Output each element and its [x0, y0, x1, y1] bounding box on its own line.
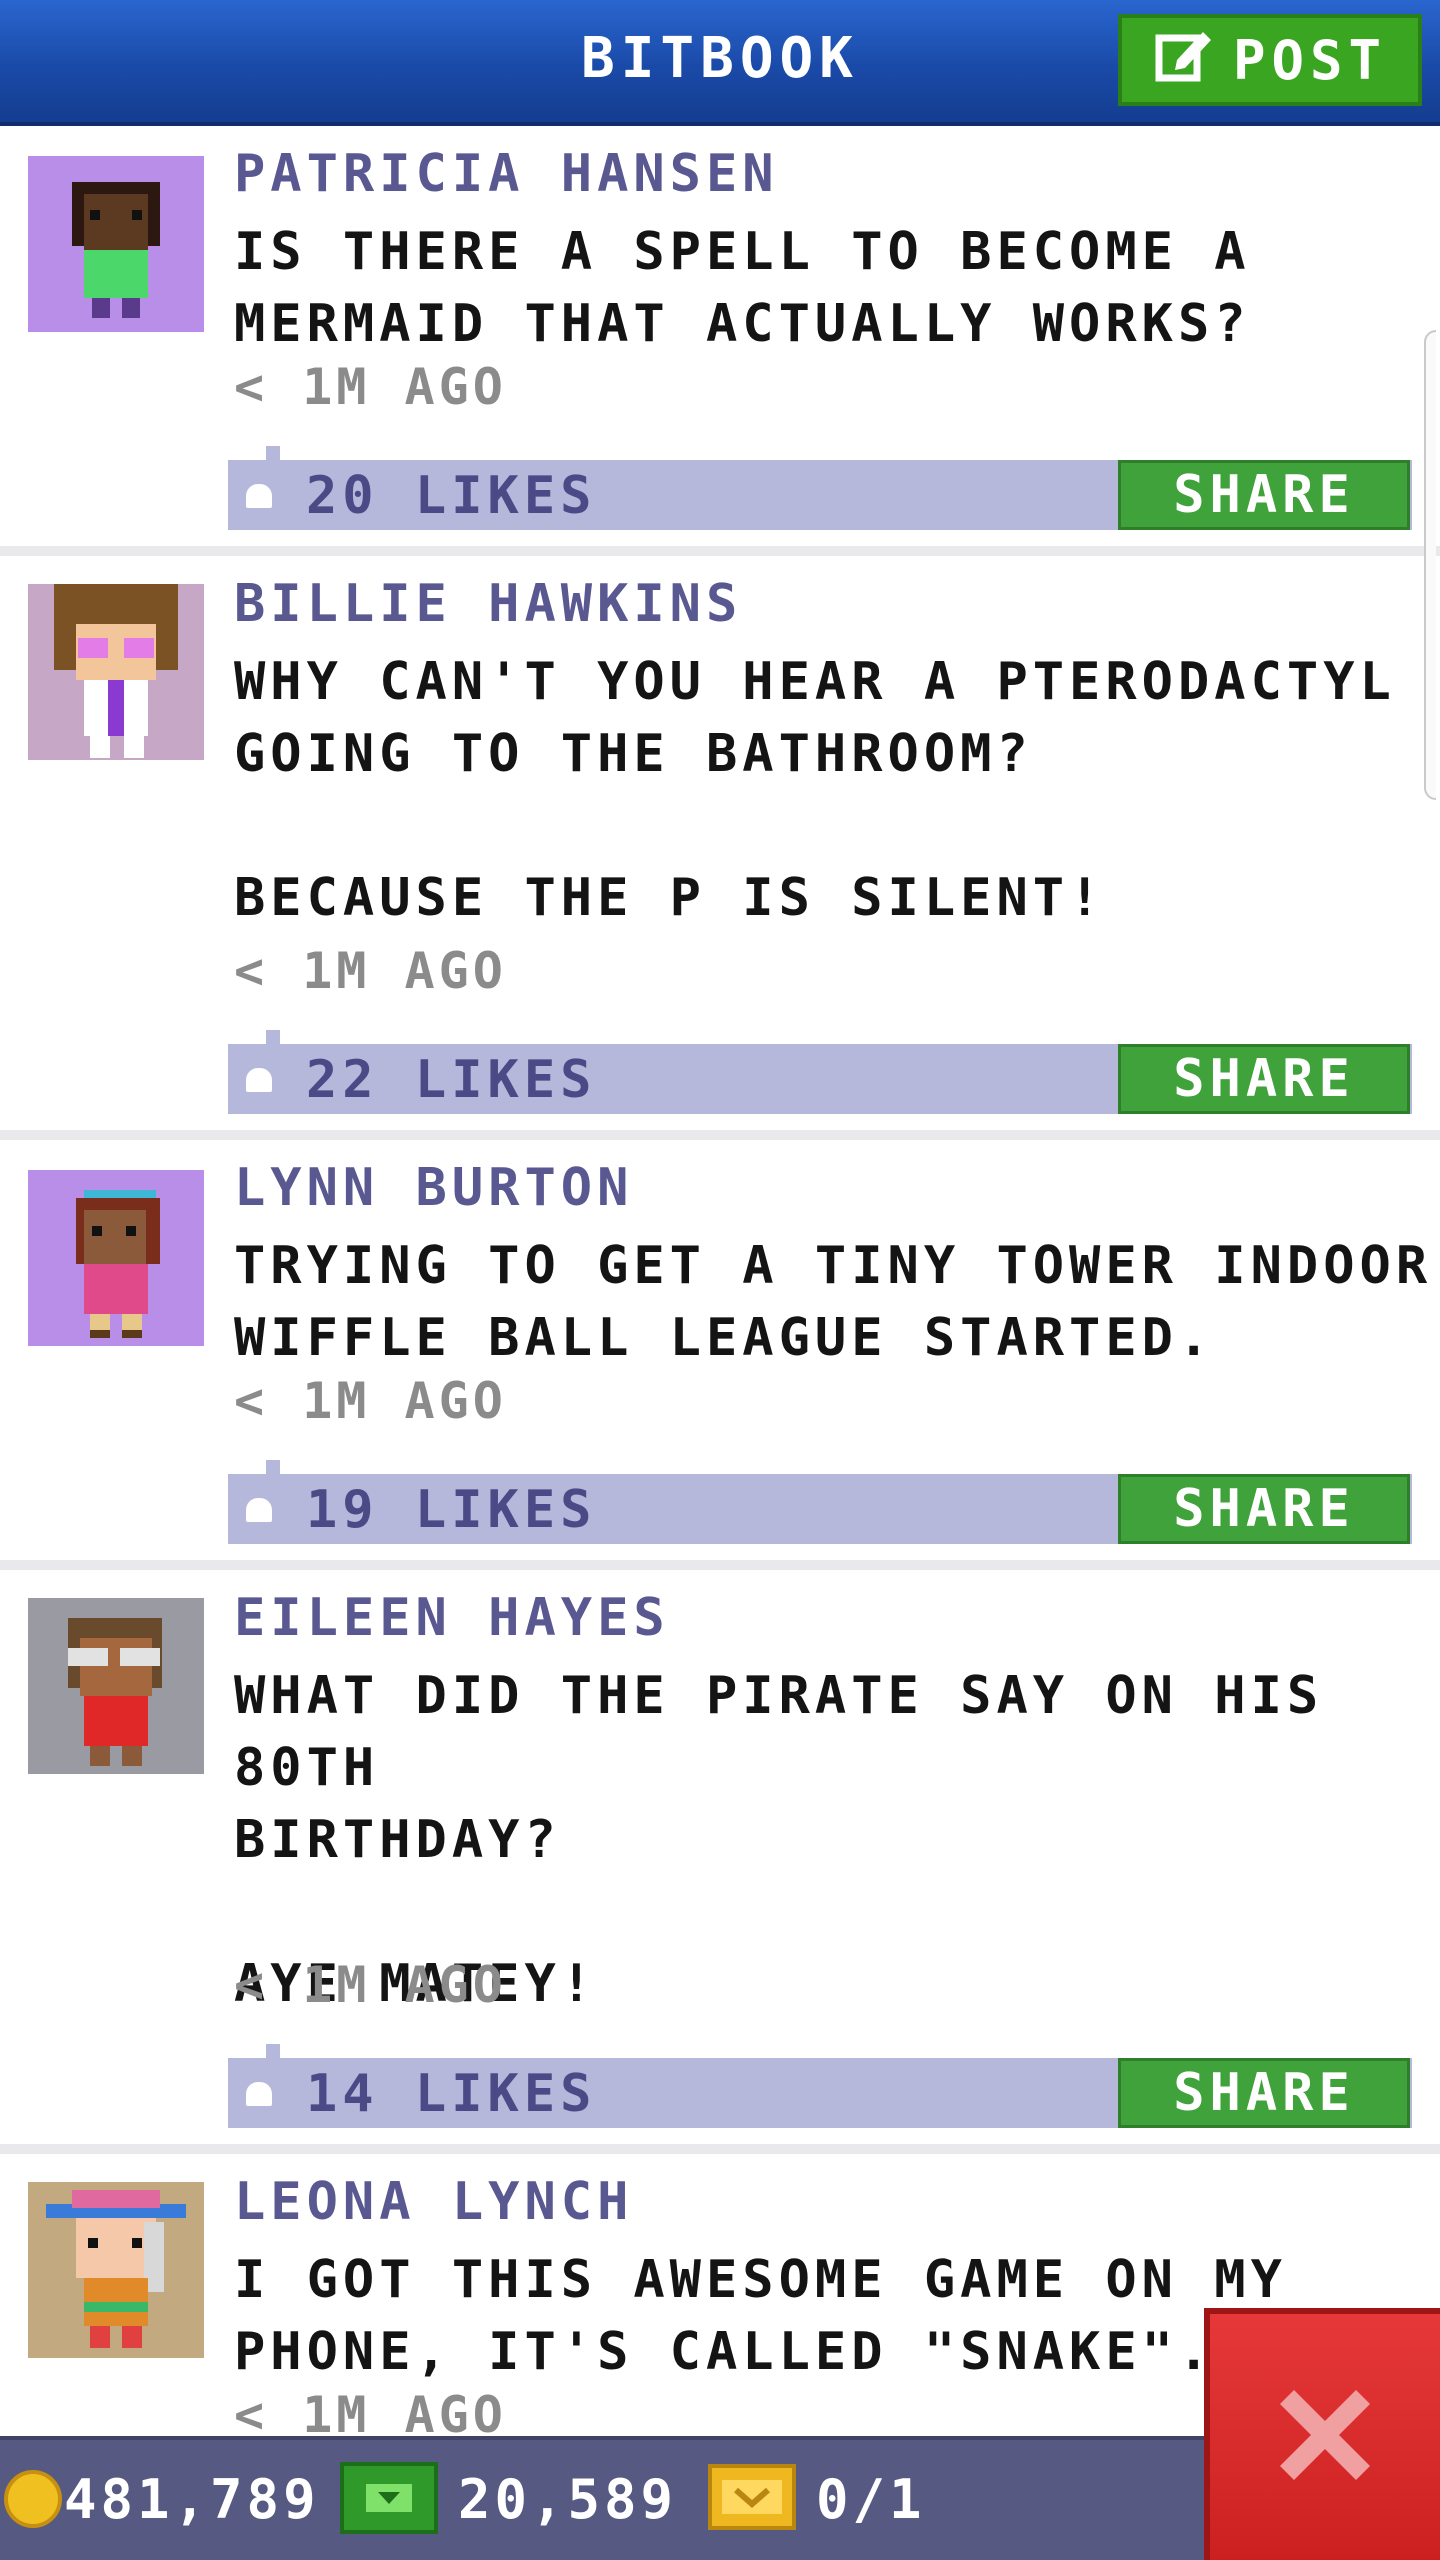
feed-list[interactable]: PATRICIA HANSEN IS THERE A SPELL TO BECO… [0, 126, 1440, 2436]
post-time: < 1M AGO [234, 1956, 507, 2014]
thumbs-up-icon [246, 1068, 272, 1092]
avatar [28, 156, 204, 332]
post-button[interactable]: POST [1118, 14, 1422, 106]
post-author: LYNN BURTON [234, 1158, 634, 1218]
avatar [28, 584, 204, 760]
thumbs-up-icon [246, 1498, 272, 1522]
likes-count: 14 LIKES [306, 2064, 597, 2124]
post-text: IS THERE A SPELL TO BECOME A MERMAID THA… [234, 222, 1251, 354]
post-author: BILLIE HAWKINS [234, 574, 743, 634]
post-time: < 1M AGO [234, 358, 507, 416]
post-author: EILEEN HAYES [234, 1588, 670, 1648]
likes-count: 19 LIKES [306, 1480, 597, 1540]
app-header: BITBOOK POST [0, 0, 1440, 126]
avatar [28, 1170, 204, 1346]
scrollbar[interactable] [1424, 330, 1436, 800]
vip-count: 0/1 [816, 2468, 926, 2531]
post-text: WHY CAN'T YOU HEAR A PTERODACTYL GOING T… [234, 652, 1396, 928]
feed-post: PATRICIA HANSEN IS THERE A SPELL TO BECO… [0, 126, 1440, 546]
thumbs-up-icon [246, 484, 272, 508]
post-button-label: POST [1232, 28, 1388, 92]
post-time: < 1M AGO [234, 942, 507, 1000]
avatar [28, 2182, 204, 2358]
post-time: < 1M AGO [234, 1372, 507, 1430]
post-time: < 1M AGO [234, 2386, 507, 2436]
share-button[interactable]: SHARE [1118, 1044, 1410, 1114]
bux-count: 20,589 [458, 2468, 678, 2531]
post-author: PATRICIA HANSEN [234, 144, 779, 204]
share-button[interactable]: SHARE [1118, 460, 1410, 530]
bux-icon [340, 2462, 438, 2534]
thumbs-up-icon [246, 2082, 272, 2106]
post-divider [0, 546, 1440, 556]
post-text: TRYING TO GET A TINY TOWER INDOOR WIFFLE… [234, 1236, 1433, 1368]
compose-icon [1153, 24, 1213, 97]
likes-count: 22 LIKES [306, 1050, 597, 1110]
avatar [28, 1598, 204, 1774]
vip-ticket-icon [708, 2464, 796, 2530]
feed-post: LYNN BURTON TRYING TO GET A TINY TOWER I… [0, 1140, 1440, 1560]
post-divider [0, 1560, 1440, 1570]
feed-post: BILLIE HAWKINS WHY CAN'T YOU HEAR A PTER… [0, 556, 1440, 1130]
feed-post: EILEEN HAYES WHAT DID THE PIRATE SAY ON … [0, 1570, 1440, 2144]
post-author: LEONA LYNCH [234, 2172, 634, 2232]
likes-count: 20 LIKES [306, 466, 597, 526]
post-divider [0, 1130, 1440, 1140]
coins-count: 481,789 [64, 2468, 320, 2531]
close-icon [1260, 2370, 1390, 2504]
close-button[interactable] [1204, 2308, 1440, 2560]
post-divider [0, 2144, 1440, 2154]
share-button[interactable]: SHARE [1118, 1474, 1410, 1544]
coin-icon [4, 2470, 62, 2528]
share-button[interactable]: SHARE [1118, 2058, 1410, 2128]
